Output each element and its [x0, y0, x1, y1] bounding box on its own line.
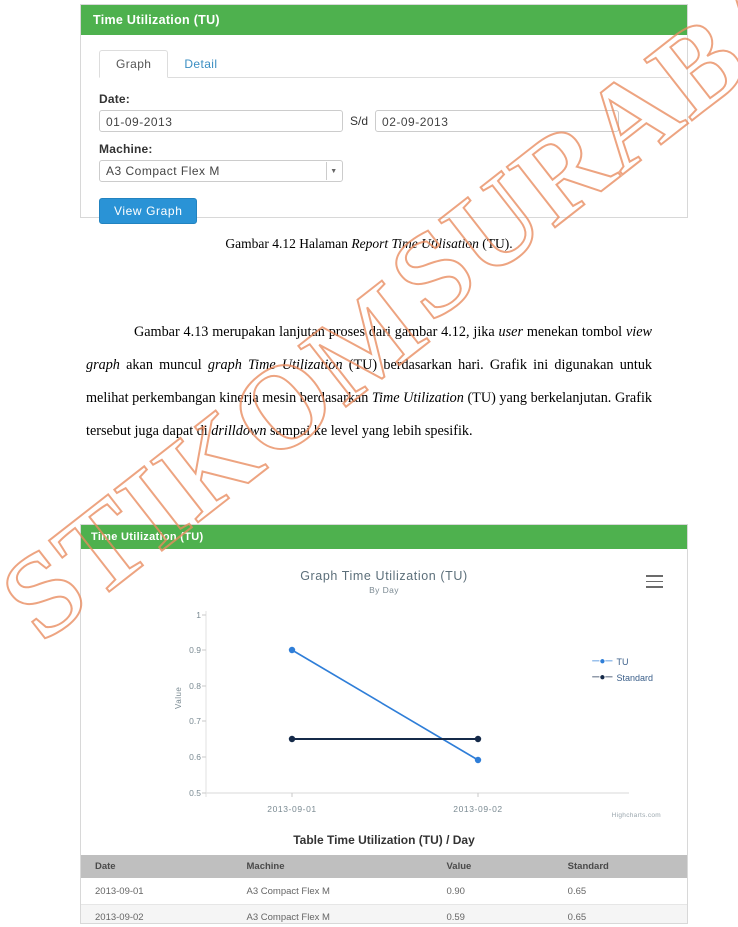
legend-label-tu: TU [616, 657, 629, 667]
data-table-title: Table Time Utilization (TU) / Day [293, 833, 475, 847]
date-to-input[interactable]: 02-09-2013 [375, 110, 620, 132]
cell-machine: A3 Compact Flex M [232, 878, 433, 905]
cell-machine: A3 Compact Flex M [232, 904, 433, 923]
table-header-date: Date [81, 855, 233, 879]
chart-panel-header: Time Utilization (TU) [81, 525, 687, 549]
legend-item-tu[interactable]: ─●─ TU [592, 656, 653, 668]
machine-select[interactable]: A3 Compact Flex M ▼ [99, 160, 343, 182]
table-header-value: Value [432, 855, 554, 879]
date-separator-label: S/d [350, 114, 369, 128]
machine-select-value: A3 Compact Flex M [106, 164, 220, 178]
legend-label-standard: Standard [616, 673, 653, 683]
tab-detail[interactable]: Detail [168, 51, 233, 77]
chart-legend: ─●─ TU ─●─ Standard [592, 657, 653, 689]
para-italic-drilldown: drilldown [211, 423, 267, 439]
para-italic-graphtu: graph Time Utilization [207, 357, 343, 373]
date-from-input[interactable]: 01-09-2013 [99, 110, 343, 132]
para-italic-tu: Time Utilization [371, 390, 464, 406]
caption-prefix: Gambar 4.12 Halaman [225, 236, 352, 251]
chart-panel: Time Utilization (TU) Graph Time Utiliza… [80, 524, 688, 924]
data-table: Date Machine Value Standard 2013-09-01 A… [81, 855, 687, 923]
chart-credit[interactable]: Highcharts.com [612, 812, 661, 819]
chevron-down-icon[interactable]: ▼ [326, 162, 341, 180]
body-paragraph: Gambar 4.13 merupakan lanjutan proses da… [86, 316, 652, 448]
chart-area: Graph Time Utilization (TU) By Day Value… [81, 549, 687, 829]
cell-date: 2013-09-02 [81, 904, 233, 923]
date-label: Date: [99, 92, 131, 106]
para-seg-1: Gambar 4.13 merupakan lanjutan proses da… [134, 324, 499, 340]
form-body: Graph Detail Date: 01-09-2013 S/d 02-09-… [81, 35, 687, 240]
caption-italic: Report Time Utilisation [351, 236, 479, 251]
form-tabs: Graph Detail [99, 49, 669, 78]
table-header-row: Date Machine Value Standard [81, 855, 687, 879]
form-panel-header: Time Utilization (TU) [81, 5, 687, 35]
caption-suffix: (TU). [478, 236, 513, 251]
figure-caption: Gambar 4.12 Halaman Report Time Utilisat… [0, 236, 738, 252]
cell-standard: 0.65 [553, 878, 687, 905]
legend-marker-standard-icon: ─●─ [592, 672, 613, 683]
para-italic-user: user [498, 324, 523, 340]
table-header-machine: Machine [232, 855, 433, 879]
para-seg-2: menekan tombol [522, 324, 626, 340]
table-row[interactable]: 2013-09-02 A3 Compact Flex M 0.59 0.65 [81, 904, 687, 923]
date-range-row: 01-09-2013 S/d 02-09-2013 [99, 110, 669, 132]
report-form-panel: Time Utilization (TU) Graph Detail Date:… [80, 4, 688, 224]
cell-date: 2013-09-01 [81, 878, 233, 905]
view-graph-button[interactable]: View Graph [99, 198, 198, 224]
cell-value: 0.59 [432, 904, 554, 923]
legend-marker-tu-icon: ─●─ [592, 656, 613, 667]
legend-item-standard[interactable]: ─●─ Standard [592, 672, 653, 684]
cell-standard: 0.65 [553, 904, 687, 923]
tab-graph[interactable]: Graph [99, 50, 169, 78]
para-seg-6: sampai ke level yang lebih spesifik. [266, 423, 473, 439]
table-header-standard: Standard [553, 855, 687, 879]
chart-plot [202, 611, 629, 797]
para-seg-3: akan muncul [119, 357, 208, 373]
machine-label: Machine: [99, 142, 153, 156]
cell-value: 0.90 [432, 878, 554, 905]
table-row[interactable]: 2013-09-01 A3 Compact Flex M 0.90 0.65 [81, 878, 687, 905]
